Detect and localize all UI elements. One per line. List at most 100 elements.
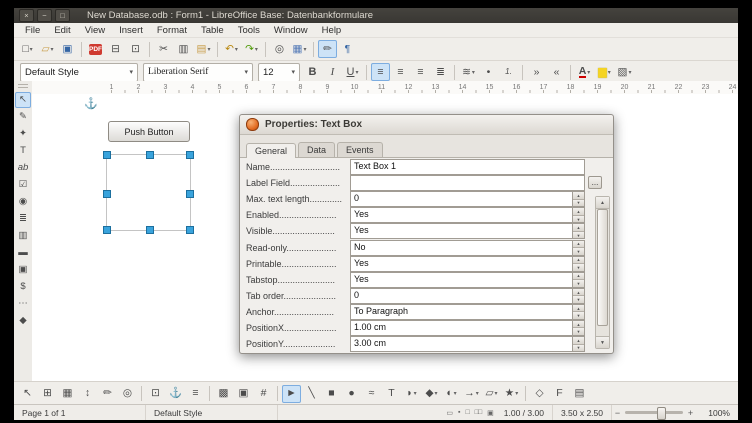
open-in-design-mode-button[interactable]: ✏ xyxy=(98,385,117,403)
property-field[interactable]: 3.00 cm xyxy=(350,336,585,352)
check-box-button[interactable]: ☑ xyxy=(15,177,31,193)
snap-to-grid-button[interactable]: ▣ xyxy=(234,385,253,403)
property-field[interactable]: 0 xyxy=(350,288,585,304)
image-button-button[interactable]: ▣ xyxy=(15,262,31,278)
more-controls-button[interactable]: ⋯ xyxy=(15,296,31,312)
spin-down-icon[interactable] xyxy=(573,312,584,319)
activation-order-button[interactable]: ↕ xyxy=(78,385,97,403)
helplines-button[interactable]: # xyxy=(254,385,273,403)
line-spacing-button[interactable]: ≋ xyxy=(459,63,478,81)
justify-button[interactable]: ≣ xyxy=(431,63,450,81)
control-wizards-button[interactable]: ✦ xyxy=(15,126,31,142)
spinner[interactable] xyxy=(572,257,584,271)
push-button-control[interactable]: Push Button xyxy=(108,121,190,142)
change-anchor-button[interactable]: ⚓ xyxy=(166,385,185,403)
new-document-button[interactable]: □ xyxy=(18,40,37,58)
font-size-combo[interactable]: 12 xyxy=(258,63,300,82)
close-button[interactable]: × xyxy=(19,9,34,22)
highlight-color-button[interactable]: ▆ xyxy=(595,63,614,81)
spinner[interactable] xyxy=(572,289,584,303)
book-view-icon[interactable]: ▣ xyxy=(484,409,496,417)
paragraph-style-combo[interactable]: Default Style xyxy=(20,63,138,82)
cursor-position[interactable]: 1.00 / 3.00 xyxy=(496,405,553,420)
selection-handle-se[interactable] xyxy=(186,226,194,234)
design-mode-button[interactable]: ✏ xyxy=(318,40,337,58)
spin-down-icon[interactable] xyxy=(573,232,584,239)
draw-select-button[interactable]: ► xyxy=(282,385,301,403)
spin-up-icon[interactable] xyxy=(573,337,584,345)
selected-text-box[interactable] xyxy=(106,154,191,231)
scrollbar-thumb[interactable] xyxy=(597,209,608,326)
spinner[interactable] xyxy=(572,192,584,206)
spinner[interactable] xyxy=(572,241,584,255)
formatted-field-button[interactable]: $ xyxy=(15,279,31,295)
italic-button[interactable]: I xyxy=(323,63,342,81)
selection-handle-ne[interactable] xyxy=(186,151,194,159)
zoom-slider[interactable] xyxy=(625,411,683,414)
callouts-button[interactable]: ◗ xyxy=(402,385,421,403)
fontwork-button[interactable]: F xyxy=(550,385,569,403)
combo-box-button[interactable]: ▥ xyxy=(15,228,31,244)
scroll-up-icon[interactable] xyxy=(596,197,609,209)
scroll-down-icon[interactable] xyxy=(596,336,609,348)
multi-page-view-icon[interactable]: □□ xyxy=(472,409,484,416)
spin-down-icon[interactable] xyxy=(573,264,584,271)
list-box-button[interactable]: ≣ xyxy=(15,211,31,227)
dialog-scrollbar[interactable] xyxy=(595,196,610,349)
selection-handle-w[interactable] xyxy=(103,190,111,198)
property-field[interactable]: Yes xyxy=(350,272,585,288)
spin-up-icon[interactable] xyxy=(573,289,584,297)
menu-window[interactable]: Window xyxy=(267,25,315,36)
spinner[interactable] xyxy=(572,305,584,319)
zoom-level[interactable]: 100% xyxy=(696,408,738,418)
spin-down-icon[interactable] xyxy=(573,328,584,335)
form-properties-button[interactable]: ◆ xyxy=(15,313,31,329)
formatting-marks-button[interactable]: ¶ xyxy=(338,40,357,58)
align-right-button[interactable]: ≡ xyxy=(411,63,430,81)
menu-view[interactable]: View xyxy=(78,25,112,36)
cut-button[interactable]: ✂ xyxy=(154,40,173,58)
page-style-indicator[interactable]: Default Style xyxy=(146,405,278,420)
zoom-out-button[interactable]: − xyxy=(612,408,623,418)
menu-edit[interactable]: Edit xyxy=(47,25,77,36)
symbol-shapes-button[interactable]: ◐ xyxy=(442,385,461,403)
property-field[interactable]: Yes xyxy=(350,223,585,239)
navigator-button[interactable]: ◎ xyxy=(270,40,289,58)
menu-table[interactable]: Table xyxy=(194,25,231,36)
spin-up-icon[interactable] xyxy=(573,241,584,249)
selection-handle-sw[interactable] xyxy=(103,226,111,234)
option-button-button[interactable]: ◉ xyxy=(15,194,31,210)
menu-format[interactable]: Format xyxy=(150,25,194,36)
spinner[interactable] xyxy=(572,321,584,335)
selection-handle-n[interactable] xyxy=(146,151,154,159)
title-bar[interactable]: ×−□ New Database.odb : Form1 - LibreOffi… xyxy=(14,8,738,23)
property-field[interactable]: To Paragraph xyxy=(350,304,585,320)
font-color-button[interactable]: A xyxy=(575,63,594,81)
object-size[interactable]: 3.50 x 2.50 xyxy=(553,405,612,420)
ellipsis-button[interactable]: ... xyxy=(588,176,602,189)
bullet-list-button[interactable]: • xyxy=(479,63,498,81)
menu-tools[interactable]: Tools xyxy=(231,25,267,36)
align-center-button[interactable]: ≡ xyxy=(391,63,410,81)
export-pdf-button[interactable]: PDF xyxy=(86,40,105,58)
flowchart-button[interactable]: ▱ xyxy=(482,385,501,403)
decrease-indent-button[interactable]: « xyxy=(547,63,566,81)
spinner[interactable] xyxy=(572,208,584,222)
freeform-line-button[interactable]: ≈ xyxy=(362,385,381,403)
gallery-button[interactable]: ▤ xyxy=(570,385,589,403)
dialog-close-button[interactable] xyxy=(246,118,259,131)
open-button[interactable]: ▱ xyxy=(38,40,57,58)
spin-down-icon[interactable] xyxy=(573,345,584,352)
form-navigator-button[interactable]: ▦ xyxy=(58,385,77,403)
insert-line-button[interactable]: ╲ xyxy=(302,385,321,403)
selection-handle-s[interactable] xyxy=(146,226,154,234)
menu-help[interactable]: Help xyxy=(315,25,349,36)
zoom-slider-thumb[interactable] xyxy=(657,407,666,420)
selection-handle-nw[interactable] xyxy=(103,151,111,159)
rectangle-button[interactable]: ■ xyxy=(322,385,341,403)
spin-up-icon[interactable] xyxy=(573,321,584,329)
save-button[interactable]: ▣ xyxy=(58,40,77,58)
spin-down-icon[interactable] xyxy=(573,216,584,223)
spin-down-icon[interactable] xyxy=(573,280,584,287)
increase-indent-button[interactable]: » xyxy=(527,63,546,81)
